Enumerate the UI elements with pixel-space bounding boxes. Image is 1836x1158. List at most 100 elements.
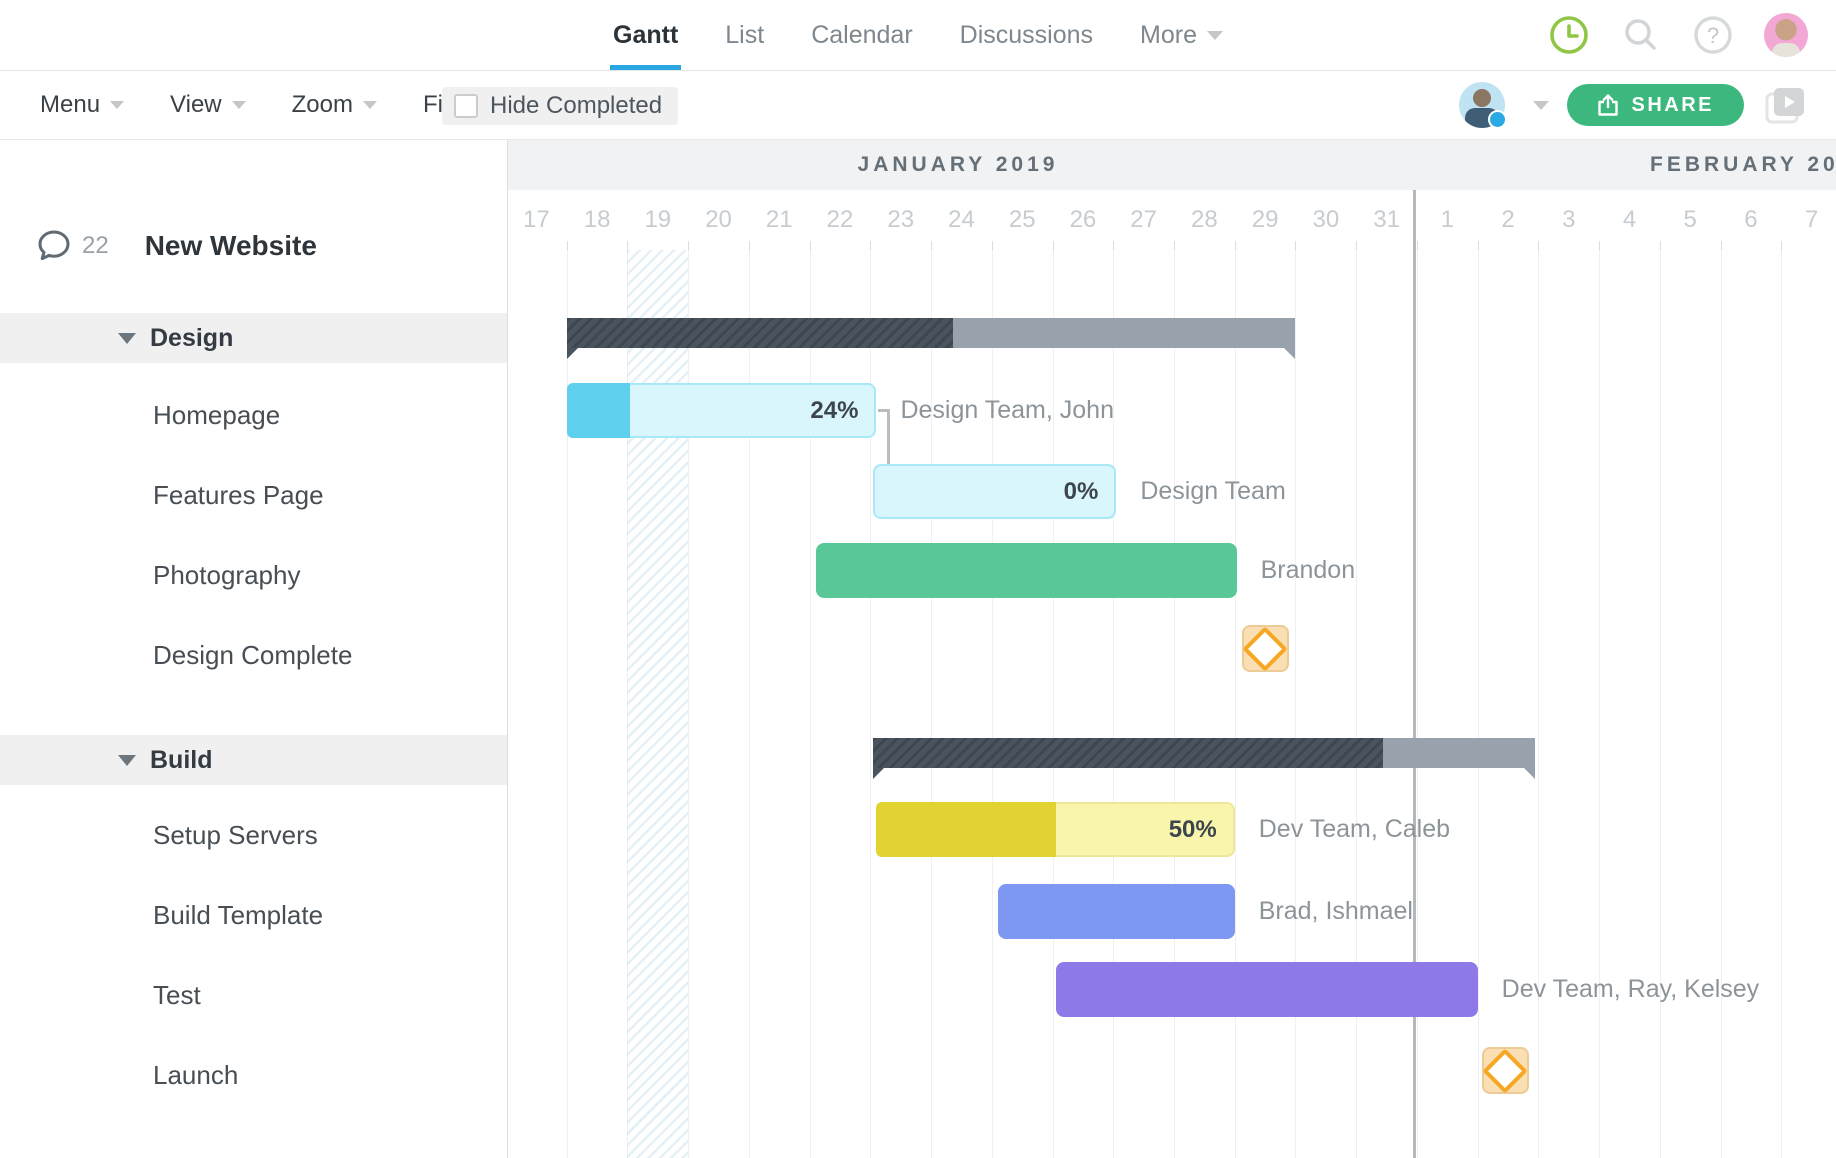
summary-remaining [953,318,1296,348]
task-row-features-page[interactable]: Features Page [0,455,507,535]
nav-icons: ? [1548,0,1808,70]
tab-calendar[interactable]: Calendar [811,0,912,70]
summary-bar-design-summary[interactable] [567,318,1296,348]
percent-complete-label: 50% [1169,804,1217,855]
hide-completed-toggle[interactable]: Hide Completed [442,87,678,125]
presentation-icon[interactable] [1762,82,1808,128]
task-bar-build-template[interactable] [998,884,1235,939]
tab-discussions[interactable]: Discussions [960,0,1093,70]
day-gridline [1295,250,1296,1158]
day-number: 5 [1670,190,1710,250]
day-number: 31 [1367,190,1407,250]
day-tick [1235,241,1236,250]
day-number: 17 [516,190,556,250]
day-gridline [1478,250,1479,1158]
day-number: 21 [759,190,799,250]
day-gridline [1660,250,1661,1158]
month-label-february-2019: FEBRUARY 2019 [1650,140,1836,190]
comments-icon[interactable] [36,229,72,263]
day-number: 2 [1488,190,1528,250]
assignee-label: Dev Team, Ray, Kelsey [1502,962,1760,1017]
day-number: 25 [1002,190,1042,250]
summary-wing-right [1284,348,1295,359]
task-bar-completed [567,383,630,438]
task-row-test[interactable]: Test [0,955,507,1035]
assignee-label: Design Team [1140,464,1285,519]
task-row-setup-servers[interactable]: Setup Servers [0,795,507,875]
group-row-build[interactable]: Build [0,735,507,785]
summary-remaining [1383,738,1535,768]
task-bar-photography[interactable] [816,543,1237,598]
task-bar-features[interactable]: 0% [873,464,1116,519]
task-label: Photography [153,560,300,591]
sidebar-divider [507,140,508,1158]
group-label: Build [150,746,213,775]
toolbar-menus: MenuViewZoomFilter [40,71,500,139]
day-tick [1660,241,1661,250]
milestone-launch[interactable] [1482,1047,1529,1094]
day-number: 22 [820,190,860,250]
chevron-down-icon [232,101,246,109]
day-number: 3 [1549,190,1589,250]
hide-completed-label: Hide Completed [490,92,662,120]
task-label: Test [153,980,201,1011]
task-row-launch[interactable]: Launch [0,1035,507,1115]
collaborator-avatar[interactable] [1459,82,1505,128]
tab-label: More [1140,21,1197,50]
collapse-caret-icon[interactable] [118,333,136,344]
day-gridline [1235,250,1236,1158]
day-tick [1295,241,1296,250]
history-icon[interactable] [1548,14,1590,56]
task-row-photography[interactable]: Photography [0,535,507,615]
menu-label: Menu [40,91,100,119]
assignee-label: Design Team, John [900,383,1114,438]
milestone-diamond-icon [1482,1048,1527,1093]
day-number: 24 [941,190,981,250]
menu-menu[interactable]: Menu [40,91,124,119]
milestone-design-complete[interactable] [1242,625,1289,672]
day-tick [1538,241,1539,250]
tab-label: Gantt [613,21,678,50]
search-icon[interactable] [1620,14,1662,56]
tab-more[interactable]: More [1140,0,1223,70]
task-label: Design Complete [153,640,352,671]
assignee-label: Dev Team, Caleb [1259,802,1450,857]
comment-count: 22 [82,232,109,260]
group-row-design[interactable]: Design [0,313,507,363]
user-avatar[interactable] [1764,13,1808,57]
task-row-homepage[interactable]: Homepage [0,375,507,455]
task-bar-setup-servers[interactable]: 50% [876,802,1234,857]
day-tick [1356,241,1357,250]
help-icon[interactable]: ? [1692,14,1734,56]
day-number: 27 [1124,190,1164,250]
day-tick [627,241,628,250]
task-label: Build Template [153,900,323,931]
task-bar-test[interactable] [1056,962,1478,1017]
task-bar-completed [876,802,1055,857]
day-gridline [1174,250,1175,1158]
menu-zoom[interactable]: Zoom [292,91,377,119]
toolbar-right: SHARE [1459,71,1808,139]
svg-text:?: ? [1707,23,1719,48]
online-badge [1488,110,1507,129]
milestone-diamond-icon [1242,626,1287,671]
task-row-build-template[interactable]: Build Template [0,875,507,955]
day-tick [1781,241,1782,250]
tab-list[interactable]: List [725,0,764,70]
collapse-caret-icon[interactable] [118,755,136,766]
share-button[interactable]: SHARE [1567,84,1744,126]
day-tick [992,241,993,250]
task-row-design-complete[interactable]: Design Complete [0,615,507,695]
day-tick [1174,241,1175,250]
task-bar-homepage[interactable]: 24% [567,383,877,438]
summary-bar-build-summary[interactable] [873,738,1535,768]
day-tick [810,241,811,250]
menu-view[interactable]: View [170,91,246,119]
task-label: Features Page [153,480,324,511]
tab-gantt[interactable]: Gantt [613,0,678,70]
chevron-down-icon [110,101,124,109]
day-number: 26 [1063,190,1103,250]
menu-label: Zoom [292,91,353,119]
collaborator-caret-icon[interactable] [1533,101,1549,110]
hide-completed-checkbox[interactable] [454,94,478,118]
